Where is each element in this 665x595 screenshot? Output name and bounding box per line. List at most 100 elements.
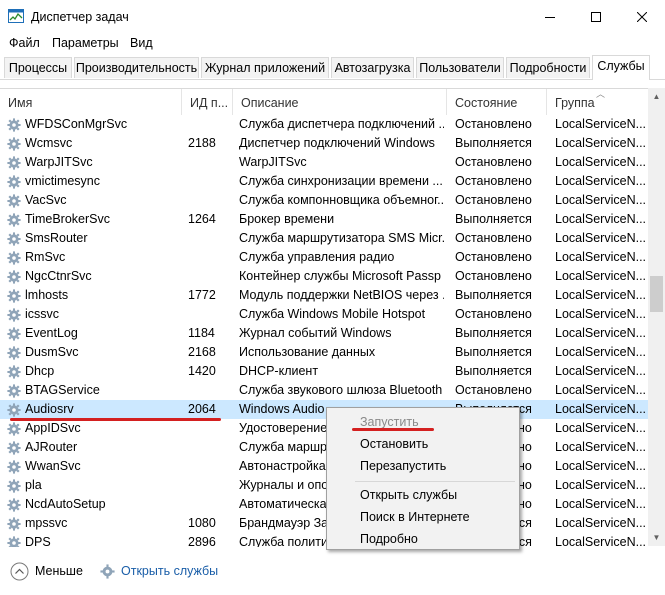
menu-item-stop[interactable]: Остановить [360,437,428,451]
service-pid: 1184 [188,326,215,340]
tab-bar: Процессы Производительность Журнал прило… [0,55,665,80]
service-state: Остановлено [455,383,532,397]
service-group: LocalServiceN... [555,326,645,340]
table-row[interactable]: vmictimesync Служба синхронизации времени… [0,172,648,191]
service-name: WFDSConMgrSvc [25,117,128,131]
service-group: LocalServiceN... [555,307,645,321]
scroll-up-icon[interactable]: ▲ [648,88,665,105]
table-row[interactable]: AJRouterСлужба маршрутизатора AllJoynОст… [0,438,648,457]
service-name: RmSvc [25,250,66,264]
service-group: LocalServiceN... [555,459,645,473]
service-description: Диспетчер подключений Windows [239,136,435,150]
table-row[interactable]: VacSvc Служба компонновщика объемног... Ос… [0,191,648,210]
service-name: SmsRouter [25,231,88,245]
table-row[interactable]: DPS2896Служба политики диагностикиВыполн… [0,533,648,547]
table-row[interactable]: WFDSConMgrSvc Служба диспетчера подключен… [0,115,648,134]
service-state: Остановлено [455,117,532,131]
service-name: AppIDSvc [25,421,81,435]
maximize-button[interactable] [573,0,619,34]
table-row[interactable]: NcdAutoSetupАвтоматическая настройка сет… [0,495,648,514]
service-gear-icon [7,194,21,208]
table-row[interactable]: icssvc Служба Windows Mobile Hotspot Остан… [0,305,648,324]
table-row[interactable]: TimeBrokerSvc 1264 Брокер времени Выполняет… [0,210,648,229]
column-header-pid[interactable]: ИД п... [182,89,233,115]
minimize-icon [545,17,555,18]
tab-startup[interactable]: Автозагрузка [331,57,414,78]
menu-item-start[interactable]: Запустить [360,415,419,429]
service-gear-icon [7,479,21,493]
menu-item-open-services[interactable]: Открыть службы [360,488,457,502]
tab-app-history[interactable]: Журнал приложений [201,57,329,78]
fewer-details-button[interactable]: Меньше [10,561,83,581]
menu-item-details[interactable]: Подробно [360,532,418,546]
service-name: Wcmsvc [25,136,73,150]
menu-item-search-online[interactable]: Поиск в Интернете [360,510,470,524]
menu-options[interactable]: Параметры [52,36,119,50]
service-name: DusmSvc [25,345,79,359]
tab-details[interactable]: Подробности [506,57,590,78]
service-group: LocalServiceN... [555,250,645,264]
tab-services[interactable]: Службы [592,55,650,80]
service-state: Выполняется [455,364,532,378]
table-row[interactable]: Audiosrv2064Windows AudioВыполняетсяLoca… [0,400,648,419]
service-group: LocalServiceN... [555,421,645,435]
chevron-up-circle-icon [10,562,29,580]
menu-bar: Файл Параметры Вид [0,34,665,54]
minimize-button[interactable] [527,0,573,34]
service-state: Выполняется [455,326,532,340]
scrollbar-thumb[interactable] [650,276,663,312]
service-state: Остановлено [455,155,532,169]
menu-file[interactable]: Файл [9,36,40,50]
table-row[interactable]: plaЖурналы и оповещения производит...Ост… [0,476,648,495]
service-group: LocalServiceN... [555,440,645,454]
service-description: Служба синхронизации времени ... [239,174,443,188]
service-gear-icon [7,498,21,512]
open-services-link[interactable]: Открыть службы [100,561,218,581]
service-group: LocalServiceN... [555,497,645,511]
column-header-description[interactable]: Описание [233,89,447,115]
menu-view[interactable]: Вид [130,36,153,50]
column-header-name[interactable]: Имя [0,89,182,115]
service-name: vmictimesync [25,174,101,188]
table-row[interactable]: DusmSvc 2168 Использование данных Выполняет… [0,343,648,362]
services-gear-icon [100,563,115,579]
close-button[interactable] [619,0,665,34]
service-name: mpssvc [25,516,68,530]
table-row[interactable]: Dhcp 1420 DHCP-клиент Выполняется LocalServi… [0,362,648,381]
table-row[interactable]: mpssvc1080Брандмауэр Защитника WindowsВы… [0,514,648,533]
service-description: Использование данных [239,345,376,359]
sort-ascending-icon: ︿ [596,89,606,99]
table-row[interactable]: EventLog 1184 Журнал событий Windows Выполн… [0,324,648,343]
service-name: TimeBrokerSvc [25,212,110,226]
service-group: LocalServiceN... [555,478,645,492]
table-row[interactable]: AppIDSvcУдостоверение приложенияОстановл… [0,419,648,438]
column-header-state[interactable]: Состояние [447,89,547,115]
table-row[interactable]: SmsRouter Служба маршрутизатора SMS Micr.… [0,229,648,248]
service-pid: 1772 [188,288,216,302]
scroll-down-icon[interactable]: ▼ [648,529,665,546]
table-row[interactable]: NgcCtnrSvc Контейнер службы Microsoft Pas… [0,267,648,286]
service-state: Остановлено [455,231,532,245]
table-row[interactable]: WarpJITSvc WarpJITSvc Остановлено LocalServ… [0,153,648,172]
service-state: Выполняется [455,136,532,150]
service-gear-icon [7,346,21,360]
table-row[interactable]: BTAGService Служба звукового шлюза Blueto… [0,381,648,400]
table-row[interactable]: WwanSvcАвтонастройка WWANОстановленоLoca… [0,457,648,476]
tab-performance[interactable]: Производительность [74,57,199,78]
menu-item-restart[interactable]: Перезапустить [360,459,446,473]
table-row[interactable]: Wcmsvc 2188 Диспетчер подключений Windows В… [0,134,648,153]
vertical-scrollbar[interactable]: ▲ ▼ [648,88,665,546]
task-manager-icon [8,9,24,23]
service-state: Выполняется [455,212,532,226]
service-gear-icon [7,156,21,170]
service-gear-icon [7,384,21,398]
fewer-details-label: Меньше [35,564,83,578]
table-row[interactable]: lmhosts 1772 Модуль поддержки NetBIOS чере… [0,286,648,305]
tab-users[interactable]: Пользователи [416,57,504,78]
service-gear-icon [7,460,21,474]
tab-processes[interactable]: Процессы [4,57,72,78]
service-name: AJRouter [25,440,78,454]
maximize-icon [591,12,601,22]
service-description: Брокер времени [239,212,335,226]
table-row[interactable]: RmSvc Служба управления радио Остановлено L… [0,248,648,267]
